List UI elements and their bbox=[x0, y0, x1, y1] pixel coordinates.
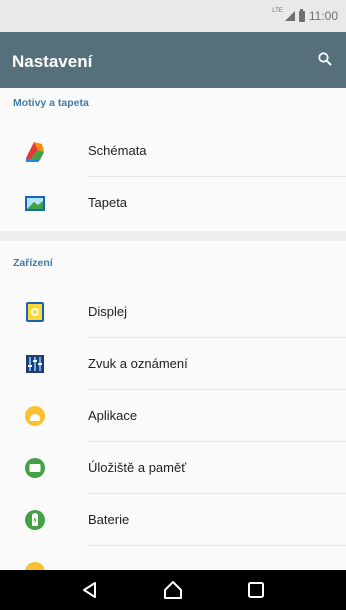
section-header-device: Zařízení bbox=[13, 257, 53, 269]
display-icon bbox=[26, 302, 44, 322]
apps-icon bbox=[25, 406, 45, 426]
network-type: LTE bbox=[272, 8, 283, 14]
search-icon[interactable] bbox=[318, 52, 332, 66]
settings-item-storage[interactable]: Úložiště a paměť bbox=[0, 442, 346, 494]
settings-item-battery[interactable]: Baterie bbox=[0, 494, 346, 546]
signal-icon bbox=[284, 11, 295, 21]
settings-item-label: Zvuk a oznámení bbox=[88, 356, 188, 371]
home-icon[interactable] bbox=[161, 578, 185, 602]
wallpaper-icon bbox=[25, 196, 45, 211]
status-icons: LTE 11:00 bbox=[272, 8, 338, 24]
settings-item-label: Schémata bbox=[88, 143, 147, 158]
status-bar: LTE 11:00 bbox=[0, 0, 346, 32]
sound-icon bbox=[26, 355, 44, 373]
settings-item-label: Aplikace bbox=[88, 408, 138, 423]
status-time: 11:00 bbox=[308, 9, 338, 23]
settings-item-label: Tapeta bbox=[88, 195, 128, 210]
navigation-bar bbox=[0, 570, 346, 610]
app-bar: Nastavení bbox=[0, 32, 346, 88]
settings-item-label: Úložiště a paměť bbox=[88, 460, 187, 475]
themes-icon bbox=[26, 142, 44, 162]
settings-item-label: Baterie bbox=[88, 512, 130, 527]
back-icon[interactable] bbox=[78, 578, 102, 602]
battery-icon bbox=[25, 510, 45, 530]
storage-icon bbox=[25, 458, 45, 478]
settings-item-apps[interactable]: Aplikace bbox=[0, 390, 346, 442]
recents-icon[interactable] bbox=[244, 578, 268, 602]
settings-item-display[interactable]: Displej bbox=[0, 286, 346, 338]
battery-status-icon bbox=[298, 8, 305, 22]
settings-item-wallpaper[interactable]: Tapeta bbox=[0, 177, 346, 229]
section-divider bbox=[0, 231, 346, 241]
settings-item-sound[interactable]: Zvuk a oznámení bbox=[0, 338, 346, 390]
settings-item-label: Displej bbox=[88, 304, 128, 319]
page-title: Nastavení bbox=[12, 52, 93, 71]
section-header-themes: Motivy a tapeta bbox=[13, 97, 89, 109]
settings-item-themes[interactable]: Schémata bbox=[0, 125, 346, 177]
